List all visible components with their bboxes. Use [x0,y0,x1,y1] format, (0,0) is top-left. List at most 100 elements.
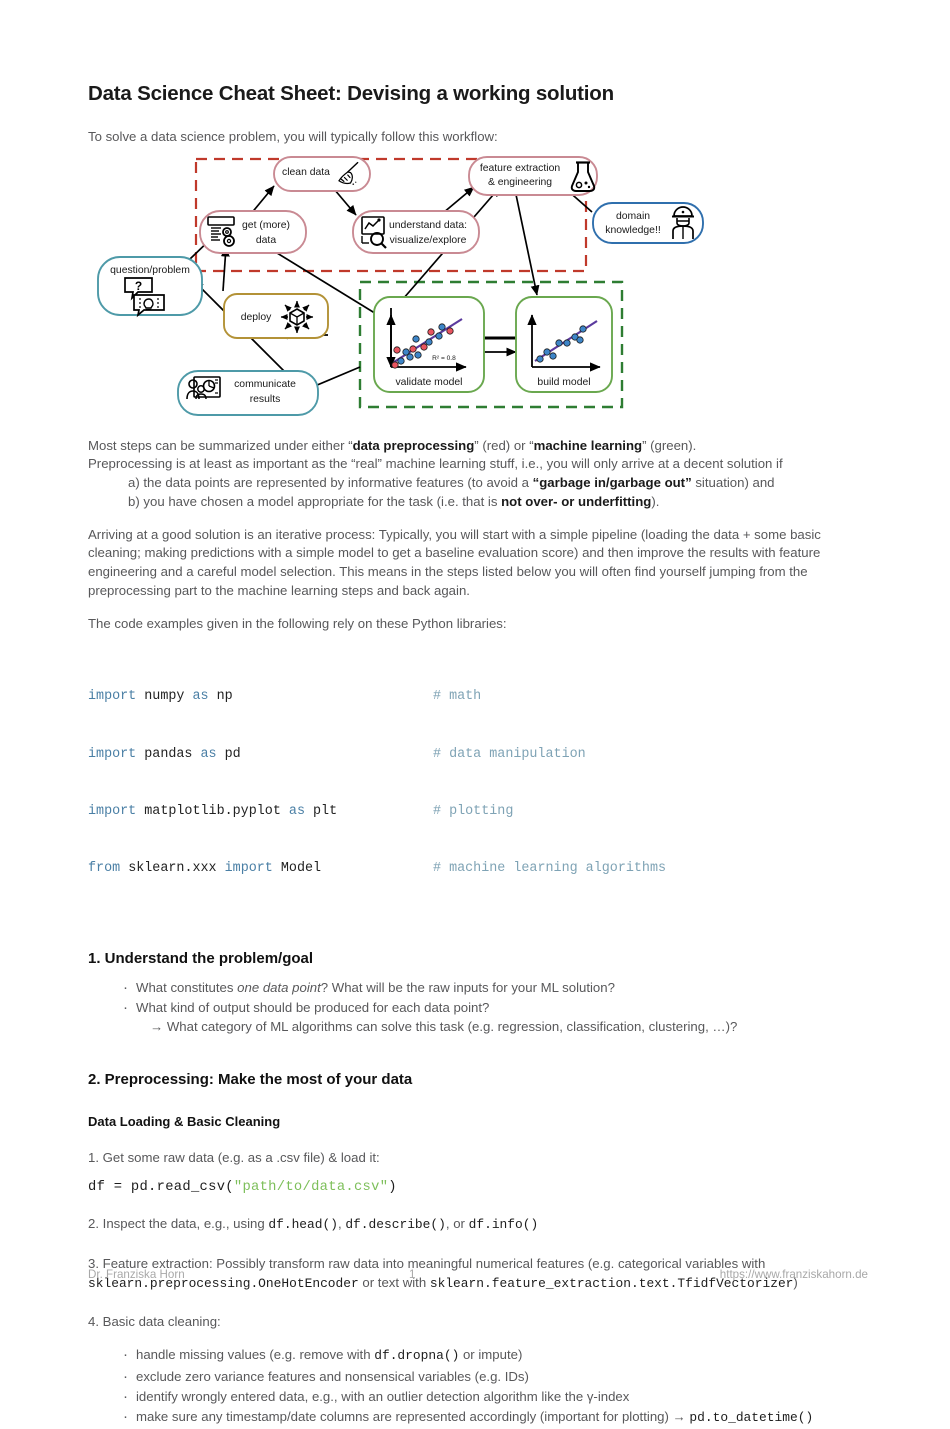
code-text: ) [388,1179,397,1195]
code-inline: df.info() [468,1216,539,1232]
list-item: make sure any timestamp/date columns are… [122,1406,870,1428]
iterative-paragraph: Arriving at a good solution is an iterat… [88,526,821,598]
code-text: pandas [136,746,201,762]
node-label-line2: results [250,394,281,405]
item-a-bold: “garbage in/garbage out” [532,475,692,491]
node-feature-extraction: feature extraction & engineering [468,155,598,196]
libraries-intro: The code examples given in the following… [88,615,507,631]
node-label-line1: communicate [234,379,296,390]
code-comment: # machine learning algorithms [433,860,667,876]
summary-item-a: a) the data points are represented by in… [88,474,870,493]
node-domain-knowledge: domain knowledge!! [592,201,704,244]
node-label: build model [537,377,590,388]
summary-block: Most steps can be summarized under eithe… [88,437,870,512]
node-label-line1: feature extraction [480,163,561,174]
section-2-subheading: Data Loading & Basic Cleaning [88,1113,281,1129]
code-keyword: as [192,689,209,705]
iterative-block: Arriving at a good solution is an iterat… [88,526,870,601]
code-inline: df.dropna() [374,1347,460,1363]
code-text: numpy [136,689,193,705]
node-label: deploy [241,312,272,323]
code-text: matplotlib.pyplot [136,803,289,819]
libraries-intro-block: The code examples given in the following… [88,615,870,634]
step2-a: 2. Inspect the data, e.g., using [88,1215,269,1231]
clean-b1-a: handle missing values (e.g. remove with [136,1346,375,1362]
node-build-model: build model [515,295,613,393]
node-label-line1: get (more) [242,220,290,231]
node-annotation: R² = 0.8 [432,355,456,362]
code-text: np [208,689,233,705]
summary-line-1: Most steps can be summarized under eithe… [88,437,870,456]
intro-paragraph: To solve a data science problem, you wil… [88,129,498,144]
list-item: identify wrongly entered data, e.g., wit… [122,1386,870,1408]
code-keyword: import [88,746,137,762]
item-b-bold: not over- or underfitting [501,493,652,509]
node-label: question/problem [110,265,190,276]
code-comment: # math [433,689,482,705]
summary-1e: ” (green). [642,437,697,453]
code-keyword: import [224,860,273,876]
code-keyword: import [88,803,137,819]
footer-author: Dr. Franziska Horn [88,1268,185,1281]
item-a-post: situation) and [691,475,775,491]
node-label-line1: domain [616,211,650,222]
document-page: Data Science Cheat Sheet: Devising a wor… [0,0,950,1428]
clean-b1-b: or impute) [459,1346,523,1362]
code-statement: import numpy as np [88,687,433,706]
code-statement: import pandas as pd [88,745,433,764]
footer-url[interactable]: https://www.franziskahorn.de [720,1268,868,1281]
bullet1-a: What constitutes [136,979,238,995]
python-imports-code-block: import numpy as np # math import pandas a… [88,649,870,915]
step-2-text: 2. Inspect the data, e.g., using df.head… [88,1214,870,1235]
list-item: handle missing values (e.g. remove with … [122,1344,870,1366]
code-inline: pd.to_datetime() [689,1410,814,1426]
summary-bold-preprocessing: data preprocessing [352,437,475,453]
code-text: sklearn.xxx [120,860,225,876]
footer-page-number: 1 [408,1268,416,1281]
code-text: Model [272,860,322,876]
code-row: import numpy as np # math [88,687,870,706]
summary-1c: ” (red) or “ [474,437,534,453]
code-text: pd [216,746,241,762]
basic-cleaning-bullets: handle missing values (e.g. remove with … [88,1344,870,1428]
code-row: import matplotlib.pyplot as plt # plottin… [88,802,870,821]
code-statement: from sklearn.xxx import Model [88,859,433,878]
code-row: import pandas as pd # data manipulation [88,745,870,764]
node-label-line2: knowledge!! [605,225,660,236]
step-1-text: 1. Get some raw data (e.g. as a .csv fil… [88,1149,380,1165]
node-label-line1: understand data: [389,220,467,231]
code-inline: df.describe() [345,1216,446,1232]
item-b-post: ). [651,493,660,509]
code-keyword: from [88,860,121,876]
code-text: plt [304,803,338,819]
code-row: from sklearn.xxx import Model # machine l… [88,859,870,878]
code-inline: df.head() [268,1216,338,1232]
bullet1-italic: one data point [237,979,321,995]
data-science-workflow-diagram: clean data get (more) data understand da… [88,149,870,421]
bullet2-text: What kind of output should be produced f… [136,1000,490,1016]
node-validate-model: R² = 0.8 validate model [373,295,485,393]
svg-text:?: ? [135,279,142,293]
clean-b4-a: make sure any timestamp/date columns are… [136,1409,690,1425]
node-deploy: deploy [223,292,329,339]
page-footer: Dr. Franziska Horn 1 https://www.franzis… [88,1268,868,1281]
bullet1-b: ? What will be the raw inputs for your M… [320,979,615,995]
item-b-pre: b) you have chosen a model appropriate f… [128,493,502,509]
summary-bold-ml: machine learning [533,437,643,453]
node-understand-data: understand data: visualize/explore [352,209,480,254]
node-label-line2: visualize/explore [390,235,467,246]
code-text: df = pd.read_csv( [88,1179,234,1195]
document-content: Data Science Cheat Sheet: Devising a wor… [88,82,870,1429]
cube-arrows-icon [280,300,314,334]
node-label: clean data [282,167,330,178]
section-2-heading: 2. Preprocessing: Make the most of your … [88,1070,413,1088]
step-4-text: 4. Basic data cleaning: [88,1314,221,1330]
summary-1a: Most steps can be summarized under eithe… [88,437,353,453]
node-label: validate model [395,377,462,388]
code-comment: # plotting [433,803,514,819]
node-label-line2: & engineering [488,177,552,188]
code-keyword: import [88,689,137,705]
code-string: "path/to/data.csv" [233,1179,389,1195]
summary-line-2: Preprocessing is at least as important a… [88,456,783,472]
code-keyword: as [200,746,217,762]
